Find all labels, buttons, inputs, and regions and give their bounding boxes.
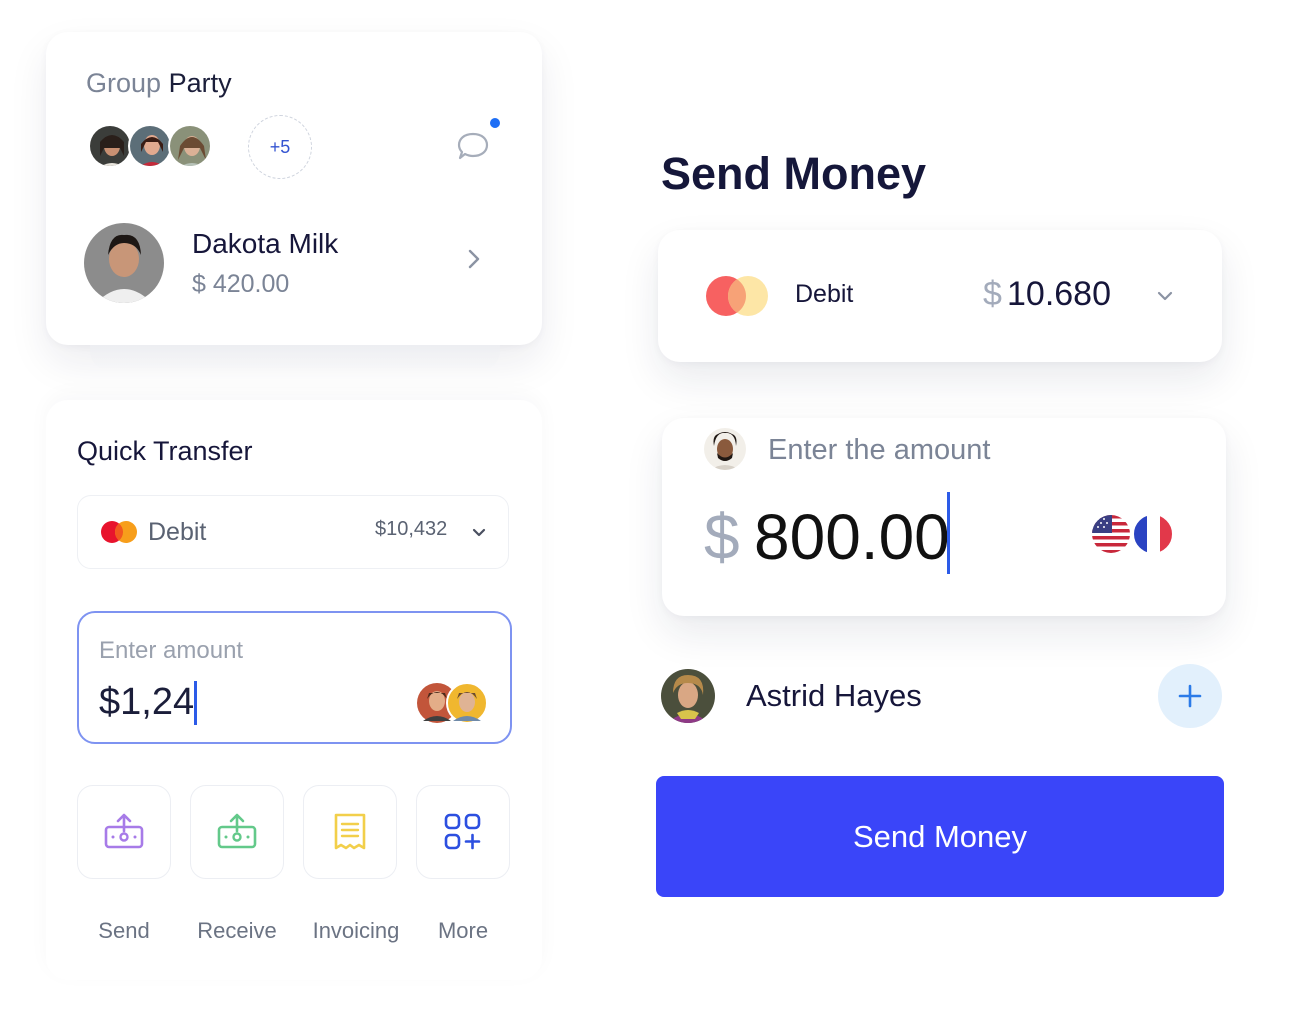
amount-value[interactable]: $1,24 xyxy=(99,681,194,724)
group-title-name: Party xyxy=(168,68,232,98)
person-amount: $ 420.00 xyxy=(192,270,290,298)
receive-action-button[interactable] xyxy=(190,785,284,879)
plus-icon xyxy=(1178,684,1202,708)
receive-money-icon xyxy=(217,813,257,849)
mastercard-icon xyxy=(101,521,137,543)
quick-transfer-title: Quick Transfer xyxy=(77,436,253,466)
currency-symbol: $ xyxy=(983,275,1002,313)
invoice-receipt-icon xyxy=(334,813,366,850)
quick-transfer-card: Quick Transfer Debit $10,432 Enter amoun… xyxy=(46,400,542,980)
receive-action-label: Receive xyxy=(197,918,277,943)
member-avatar xyxy=(128,124,172,168)
notification-dot xyxy=(490,118,500,128)
chevron-right-icon[interactable] xyxy=(464,247,484,271)
currency-symbol: $ xyxy=(704,501,740,573)
amount-placeholder: Enter the amount xyxy=(768,434,991,466)
group-party-card: Group Party +5 Dakota Milk $ 420.00 xyxy=(46,32,542,345)
amount-input-card[interactable]: Enter the amount $ 800.00 xyxy=(662,418,1226,616)
currency-flags[interactable] xyxy=(1092,513,1174,555)
invoicing-action-label: Invoicing xyxy=(312,918,400,943)
person-avatar xyxy=(84,223,164,303)
card-stack-shadow xyxy=(90,345,500,371)
add-recipient-button[interactable] xyxy=(1158,664,1222,728)
card-label: Debit xyxy=(795,280,854,308)
recipient-name: Astrid Hayes xyxy=(746,678,922,713)
member-avatar xyxy=(168,124,212,168)
payment-card-selector[interactable]: Debit $ 10.680 xyxy=(658,230,1222,362)
group-title-prefix: Group xyxy=(86,68,162,98)
more-action-label: More xyxy=(437,918,489,943)
amount-value[interactable]: 800.00 xyxy=(754,500,950,574)
recipient-avatars[interactable] xyxy=(417,681,491,725)
recipient-avatar[interactable] xyxy=(661,669,715,723)
card-balance: 10.680 xyxy=(1007,275,1111,313)
card-label: Debit xyxy=(148,518,207,546)
us-flag-icon xyxy=(1092,515,1130,553)
card-selector[interactable]: Debit $10,432 xyxy=(77,495,509,569)
send-money-icon xyxy=(104,813,144,849)
send-money-button[interactable]: Send Money xyxy=(656,776,1224,897)
more-members-badge[interactable]: +5 xyxy=(248,115,312,179)
group-title: Group Party xyxy=(86,68,232,99)
chat-bubble-icon[interactable] xyxy=(456,130,490,162)
more-apps-icon xyxy=(444,813,481,850)
invoicing-action-button[interactable] xyxy=(303,785,397,879)
chevron-down-icon[interactable] xyxy=(1155,286,1175,306)
amount-placeholder: Enter amount xyxy=(99,637,244,664)
member-avatar xyxy=(88,124,132,168)
person-name: Dakota Milk xyxy=(192,228,339,259)
card-balance: $10,432 xyxy=(375,518,448,540)
sender-avatar xyxy=(704,428,746,470)
page-title: Send Money xyxy=(661,148,927,199)
amount-input[interactable]: Enter amount $1,24 xyxy=(77,611,512,744)
chevron-down-icon[interactable] xyxy=(470,524,488,542)
text-caret xyxy=(947,492,950,574)
send-action-label: Send xyxy=(98,918,150,943)
send-action-button[interactable] xyxy=(77,785,171,879)
more-action-button[interactable] xyxy=(416,785,510,879)
text-caret xyxy=(194,681,197,725)
mastercard-icon xyxy=(706,276,768,316)
